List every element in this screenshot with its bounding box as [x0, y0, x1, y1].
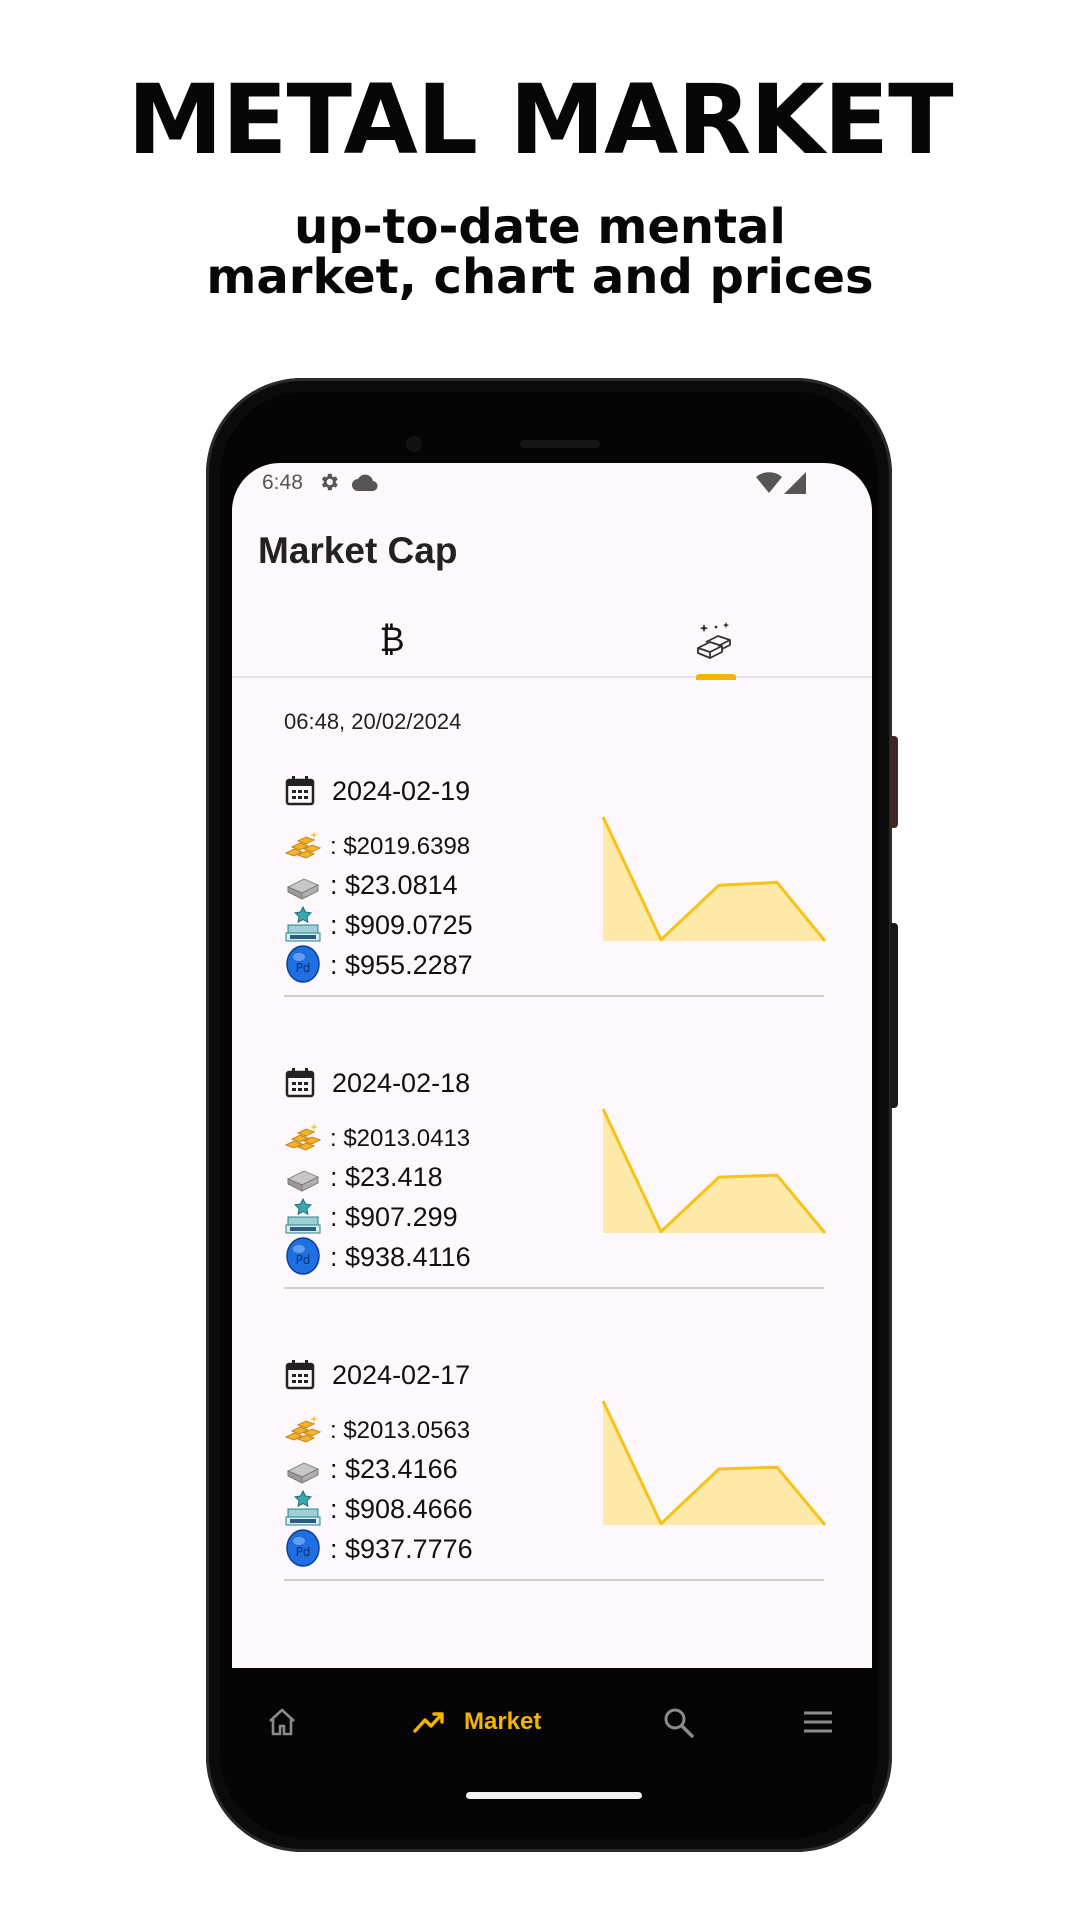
promo-subtitle-line-1: up-to-date mental	[294, 199, 786, 255]
menu-icon	[804, 1711, 832, 1733]
platinum-price-row: : $908.4666	[284, 1489, 564, 1527]
silver-price-row: : $23.0814	[284, 865, 564, 903]
silver-price: : $23.4166	[330, 1454, 458, 1484]
nav-market-label: Market	[464, 1708, 542, 1735]
palladium-price: : $937.7776	[330, 1534, 473, 1564]
status-bar: 6:48	[232, 463, 872, 503]
platinum-price-row: : $909.0725	[284, 905, 564, 943]
divider	[284, 1579, 824, 1581]
search-icon	[664, 1708, 694, 1738]
entry-date: 2024-02-19	[332, 776, 471, 806]
sparkline-area	[603, 1109, 825, 1233]
silver-price-row: : $23.418	[284, 1157, 564, 1195]
gesture-home-bar[interactable]	[466, 1792, 642, 1799]
status-time: 6:48	[262, 471, 303, 494]
palladium-price: : $938.4116	[330, 1242, 471, 1272]
divider	[284, 1287, 824, 1289]
list-item[interactable]: 2024-02-17 : $2013.0563 : $23.4166 : $90…	[284, 1359, 827, 1599]
svg-text:Pd: Pd	[296, 961, 311, 975]
tab-metals[interactable]	[552, 600, 872, 680]
nav-search[interactable]	[660, 1704, 700, 1746]
selected-tab-indicator	[696, 674, 736, 680]
palladium-icon: Pd	[286, 945, 320, 983]
cloud-icon	[352, 474, 378, 491]
silver-price-row: : $23.4166	[284, 1449, 564, 1487]
gold-price: : $2019.6398	[330, 833, 471, 860]
nav-home[interactable]	[264, 1704, 304, 1746]
silver-bar-icon	[286, 878, 320, 900]
calendar-icon	[285, 1360, 315, 1390]
bottom-navigation: Market	[232, 1668, 872, 1804]
gold-price: : $2013.0413	[330, 1125, 471, 1152]
price-sparkline	[601, 1108, 827, 1234]
palladium-price-row: Pd : $937.7776	[284, 1529, 564, 1567]
nav-menu[interactable]	[800, 1704, 840, 1746]
platinum-price: : $907.299	[330, 1202, 458, 1232]
silver-price: : $23.0814	[330, 870, 458, 900]
svg-text:Pd: Pd	[296, 1545, 311, 1559]
tab-crypto[interactable]: ₿	[232, 600, 552, 678]
gold-price-row: : $2013.0563	[284, 1409, 564, 1447]
palladium-icon: Pd	[286, 1237, 320, 1275]
platinum-icon	[285, 905, 321, 942]
earpiece-speaker	[520, 440, 600, 448]
page-title: Market Cap	[258, 530, 458, 571]
volume-button	[890, 923, 898, 1108]
palladium-price-row: Pd : $955.2287	[284, 945, 564, 983]
palladium-price: : $955.2287	[330, 950, 473, 980]
silver-price: : $23.418	[330, 1162, 443, 1192]
platinum-price: : $909.0725	[330, 910, 473, 940]
entry-date: 2024-02-18	[332, 1068, 471, 1098]
home-icon	[269, 1708, 295, 1736]
gold-price: : $2013.0563	[330, 1417, 471, 1444]
promo-title: METAL MARKET	[127, 64, 953, 176]
last-updated-timestamp: 06:48, 20/02/2024	[284, 709, 462, 734]
calendar-icon	[285, 776, 315, 806]
gold-price-row: : $2013.0413	[284, 1117, 564, 1155]
divider	[284, 995, 824, 997]
gold-bars-icon	[284, 1415, 322, 1443]
silver-bar-icon	[286, 1462, 320, 1484]
price-sparkline	[601, 816, 827, 942]
gold-bars-icon	[284, 1123, 322, 1151]
platinum-icon	[285, 1489, 321, 1526]
list-item[interactable]: 2024-02-19 : $2019.6398 : $23.0814 : $90…	[284, 775, 827, 1015]
svg-text:Pd: Pd	[296, 1253, 311, 1267]
front-camera	[406, 436, 422, 452]
sparkline-area	[603, 817, 825, 941]
price-sparkline	[601, 1400, 827, 1526]
power-button	[890, 736, 898, 828]
gold-price-row: : $2019.6398	[284, 825, 564, 863]
platinum-icon	[285, 1197, 321, 1234]
palladium-icon: Pd	[286, 1529, 320, 1567]
metal-bars-icon	[697, 622, 731, 659]
platinum-price: : $908.4666	[330, 1494, 473, 1524]
cell-signal-icon	[784, 472, 806, 494]
list-item[interactable]: 2024-02-18 : $2013.0413 : $23.418 : $907…	[284, 1067, 827, 1307]
promo-subtitle-line-2: market, chart and prices	[206, 249, 874, 305]
trending-up-icon	[413, 1712, 444, 1733]
app-screen: 6:48 Market Cap ₿ 06:48, 20/02/2024 2024…	[232, 463, 872, 1668]
silver-bar-icon	[286, 1170, 320, 1192]
promo-subtitle: up-to-date mental market, chart and pric…	[0, 202, 1080, 302]
nav-market[interactable]: Market	[412, 1704, 552, 1746]
gear-icon	[321, 473, 338, 491]
palladium-price-row: Pd : $938.4116	[284, 1237, 564, 1275]
gold-bars-icon	[284, 831, 322, 859]
tab-bar: ₿	[232, 600, 872, 680]
entry-date: 2024-02-17	[332, 1360, 471, 1390]
wifi-icon	[756, 472, 782, 493]
bitcoin-icon: ₿	[379, 621, 405, 659]
sparkline-area	[603, 1401, 825, 1525]
platinum-price-row: : $907.299	[284, 1197, 564, 1235]
calendar-icon	[285, 1068, 315, 1098]
